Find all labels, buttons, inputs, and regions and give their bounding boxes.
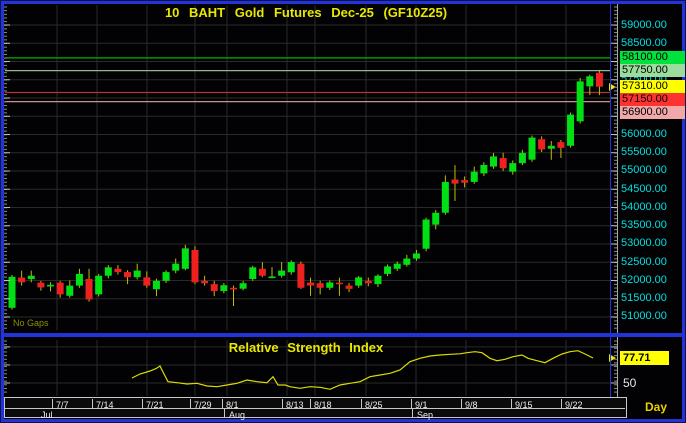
x-axis-tick [190,399,191,408]
x-axis-tick [282,399,283,408]
chart-window: 10 BAHT Gold Futures Dec-25 (GF10Z25) No… [0,0,686,423]
price-level-badge-last-price: 57310.00 [620,80,685,93]
y-axis-label: 52500.00 [621,256,667,268]
x-axis-tick [561,399,562,408]
price-level-badge-alert-line-pale-green: 57750.00 [620,64,685,77]
rsi-title: Relative Strength Index [0,340,612,355]
y-axis-label: 54000.00 [621,201,667,213]
x-axis-tick [52,399,53,408]
y-axis-label: 55000.00 [621,164,667,176]
panel-divider [4,333,682,337]
y-axis-label: 51000.00 [621,310,667,322]
price-level-badge-alert-line-red: 57150.00 [620,93,685,106]
price-axis: 59000.0058500.0058000.0057500.0057000.00… [0,0,686,333]
x-axis-month-separator [224,409,225,417]
x-axis-tick [461,399,462,408]
x-axis-tick [222,399,223,408]
x-axis-month-label: Aug [229,410,245,420]
rsi-line [132,351,593,390]
price-level-badge-alert-line-pink: 56900.00 [620,106,685,119]
y-axis-label: 59000.00 [621,19,667,31]
x-axis-tick [511,399,512,408]
y-axis-label: 51500.00 [621,292,667,304]
x-axis-month-label: Sep [417,410,433,420]
x-axis-tick [142,399,143,408]
y-axis-label: 53500.00 [621,219,667,231]
x-axis-month-label: Jul [41,410,53,420]
y-axis-label: 58500.00 [621,37,667,49]
rsi-level-50-label: 50 [623,376,636,390]
y-axis-label: 52000.00 [621,274,667,286]
x-axis-tick [92,399,93,408]
y-axis-label: 55500.00 [621,146,667,158]
rsi-last-value-badge: 77.71 [620,351,669,365]
x-axis-tick [411,399,412,408]
price-level-badge-alert-line-green: 58100.00 [620,51,685,64]
timeframe-label[interactable]: Day [645,400,667,414]
x-axis-tick [361,399,362,408]
y-axis-label: 54500.00 [621,183,667,195]
x-axis-tick [310,399,311,408]
y-axis-label: 56000.00 [621,128,667,140]
y-axis-label: 53000.00 [621,237,667,249]
time-axis-divider [4,408,625,409]
x-axis-month-separator [412,409,413,417]
